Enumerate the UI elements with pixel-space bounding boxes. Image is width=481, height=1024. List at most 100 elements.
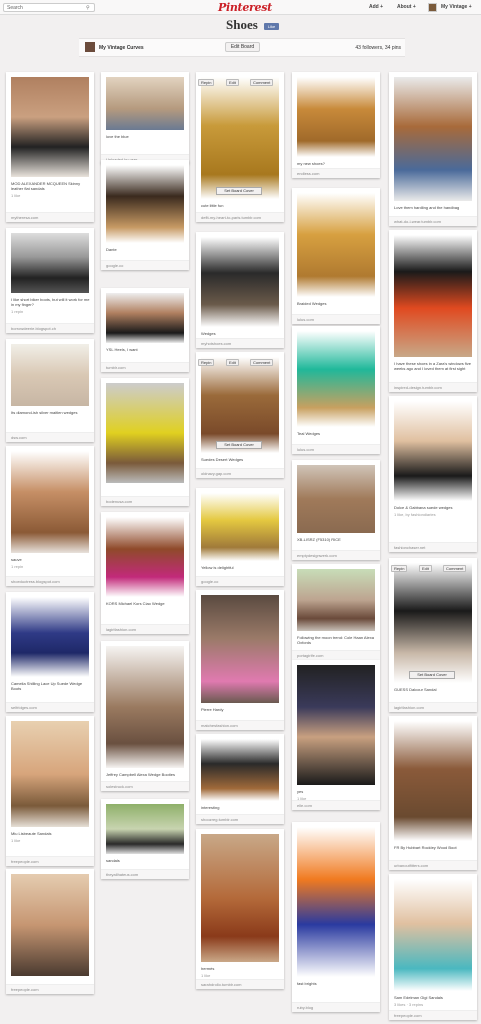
set-board-cover-button[interactable]: Set Board Cover: [409, 671, 455, 679]
pin-card[interactable]: Teal Wedges lulus.com: [292, 326, 380, 454]
pin-card[interactable]: XB-LISRZ (F5310) RICE emptydesignwerk.com: [292, 460, 380, 560]
pin-source[interactable]: lagirlfashion.com: [389, 702, 477, 712]
pin-image[interactable]: [297, 193, 375, 297]
pin-source[interactable]: fashionchaser.net: [389, 542, 477, 552]
pin-source[interactable]: google.co: [196, 576, 284, 586]
pin-source[interactable]: endless.com: [292, 168, 380, 178]
pin-source[interactable]: myhotshoes.com: [196, 338, 284, 348]
pin-image[interactable]: [106, 804, 184, 854]
pin-card[interactable]: Pierre Hardy matchesfashion.com: [196, 590, 284, 730]
user-avatar[interactable]: [428, 3, 437, 12]
pin-image[interactable]: [394, 721, 472, 841]
pin-image[interactable]: [106, 293, 184, 343]
pin-card[interactable]: Dante google.co: [101, 160, 189, 270]
pin-card[interactable]: Sam Edelman Gigi Sandals 3 likes · 3 repi…: [389, 874, 477, 1020]
pin-card[interactable]: hermès 1 like sarahdrollo.tumblr.com: [196, 829, 284, 989]
user-menu[interactable]: My Vintage +: [441, 4, 472, 10]
pin-source[interactable]: freepeople.com: [389, 1010, 477, 1020]
pin-card[interactable]: Following the moon trend: Cole Haan Alex…: [292, 564, 380, 660]
comment-button[interactable]: Comment: [250, 79, 274, 86]
pin-source[interactable]: lulus.com: [292, 444, 380, 454]
pin-image[interactable]: [106, 517, 184, 597]
edit-pin-button[interactable]: Edit: [226, 79, 239, 86]
repin-button[interactable]: Repin: [198, 359, 215, 366]
pin-card[interactable]: Camelia Shilling Lace Up Suede Wedge Boo…: [6, 592, 94, 712]
pin-image[interactable]: [11, 874, 89, 976]
pin-card[interactable]: Miu Lisbeaute Sandals 1 like freepeople.co…: [6, 716, 94, 866]
pin-image[interactable]: [106, 165, 184, 243]
pin-card[interactable]: MOD ALEXANDER MCQUEEN Skinny leather fla…: [6, 72, 94, 222]
pin-source[interactable]: solestruck.com: [101, 781, 189, 791]
pin-image[interactable]: [394, 879, 472, 991]
pin-card[interactable]: I like short biker boots, but will it wo…: [6, 228, 94, 333]
pin-source[interactable]: mytheresa.com: [6, 212, 94, 222]
pin-source[interactable]: portagirlfe.com: [292, 650, 380, 660]
pin-card[interactable]: I have these shoes in a Zara's windows f…: [389, 230, 477, 392]
about-menu[interactable]: About +: [397, 4, 416, 10]
pin-image[interactable]: [201, 357, 279, 453]
like-button[interactable]: Like: [264, 23, 279, 30]
pin-image[interactable]: [11, 77, 89, 177]
owner-name[interactable]: My Vintage Curves: [99, 45, 144, 51]
pin-source[interactable]: elle.com: [292, 800, 380, 810]
pin-image[interactable]: [394, 563, 472, 683]
pin-source[interactable]: oldnavy.gap.com: [196, 468, 284, 478]
pin-image[interactable]: [106, 383, 184, 483]
pin-image[interactable]: [297, 569, 375, 631]
pin-card[interactable]: sauve 1 repin shoeductress.blogspot.com: [6, 446, 94, 586]
comment-button[interactable]: Comment: [250, 359, 274, 366]
pin-source[interactable]: inspired-design.tumblr.com: [389, 382, 477, 392]
pin-source[interactable]: lagirlfashion.com: [101, 624, 189, 634]
pin-image[interactable]: [11, 597, 89, 677]
pin-card[interactable]: Yellow is delightful google.co: [196, 488, 284, 586]
repin-button[interactable]: Repin: [391, 565, 408, 572]
pin-card[interactable]: freepeople.com: [6, 869, 94, 994]
pin-card[interactable]: KORS Michael Kors Ciao Wedge lagirlfashio…: [101, 512, 189, 634]
pin-card[interactable]: cute little fun deflt-my-heart-to-paris.t…: [196, 72, 284, 222]
pin-image[interactable]: [11, 721, 89, 827]
pin-source[interactable]: emptydesignwerk.com: [292, 550, 380, 560]
pin-card[interactable]: fast brights ruby.blog: [292, 822, 380, 1012]
pin-image[interactable]: [297, 665, 375, 785]
set-board-cover-button[interactable]: Set Board Cover: [216, 187, 262, 195]
pin-image[interactable]: [201, 493, 279, 561]
pin-image[interactable]: [394, 401, 472, 501]
pin-source[interactable]: urbanoutfitters.com: [389, 860, 477, 870]
pin-image[interactable]: [297, 465, 375, 533]
pin-card[interactable]: my new shoes? endless.com: [292, 72, 380, 178]
pin-source[interactable]: lulus.com: [292, 314, 380, 324]
pin-card[interactable]: Wedges myhotshoes.com: [196, 232, 284, 348]
pin-image[interactable]: [106, 77, 184, 130]
add-menu[interactable]: Add +: [369, 4, 383, 10]
pin-image[interactable]: [11, 233, 89, 293]
repin-button[interactable]: Repin: [198, 79, 215, 86]
pin-card[interactable]: Dolce & Gabbana suede wedges 1 like, by f…: [389, 396, 477, 552]
comment-button[interactable]: Comment: [443, 565, 467, 572]
pin-source[interactable]: google.co: [101, 260, 189, 270]
pin-card[interactable]: FR By Hubbart Rockley Wood Boot urbanoutf…: [389, 716, 477, 870]
edit-pin-button[interactable]: Edit: [419, 565, 432, 572]
pin-source[interactable]: bodenusa.com: [101, 496, 189, 506]
pin-source[interactable]: freepeople.com: [6, 984, 94, 994]
pin-image[interactable]: [201, 595, 279, 703]
pin-card[interactable]: Braided Wedges lulus.com: [292, 188, 380, 324]
pin-source[interactable]: sarahdrollo.tumblr.com: [196, 979, 284, 989]
owner-avatar[interactable]: [85, 42, 95, 52]
pin-image[interactable]: [297, 331, 375, 427]
pin-card[interactable]: Its diamond-ish silver maitlen wedges dsw…: [6, 339, 94, 442]
pin-source[interactable]: selfridges.com: [6, 702, 94, 712]
pin-source[interactable]: what-do-i-wear.tumblr.com: [389, 216, 477, 226]
set-board-cover-button[interactable]: Set Board Cover: [216, 441, 262, 449]
pinterest-logo[interactable]: Pinterest: [218, 1, 272, 14]
pin-card[interactable]: interesting shoozreg.tumblr.com: [196, 734, 284, 824]
pin-source[interactable]: matchesfashion.com: [196, 720, 284, 730]
pin-card[interactable]: yes 1 like elle.com: [292, 660, 380, 810]
pin-image[interactable]: [201, 77, 279, 199]
pin-image[interactable]: [201, 834, 279, 962]
search-icon[interactable]: ⚲: [86, 5, 92, 11]
pin-image[interactable]: [11, 344, 89, 406]
pin-source[interactable]: ruby.blog: [292, 1002, 380, 1012]
search-input[interactable]: Search ⚲: [3, 3, 95, 12]
pin-image[interactable]: [297, 77, 375, 157]
pin-card[interactable]: Jeffrey Campbell Alexa Wedge Booties sole…: [101, 641, 189, 791]
